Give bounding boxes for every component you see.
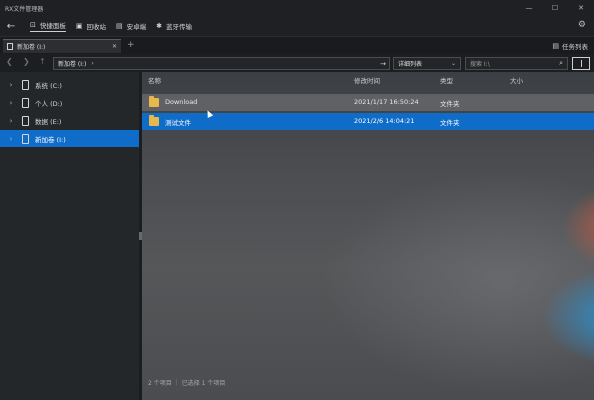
drive-icon [22, 133, 29, 144]
search-icon[interactable]: ⌕ [559, 59, 563, 68]
column-header-size[interactable]: 大小 [510, 75, 523, 85]
file-name: Download [165, 98, 198, 106]
chevron-right-icon[interactable]: › [0, 135, 22, 143]
sidebar-item-label: 个人 (D:) [35, 99, 63, 108]
chevron-down-icon: ⌄ [450, 60, 456, 67]
drive-icon [7, 43, 13, 50]
sidebar: › 系统 (C:) › 个人 (D:) › 数据 (E:) › 新加卷 (I:) [0, 72, 139, 400]
column-header-name[interactable]: 名称 [148, 75, 161, 85]
file-type: 文件夹 [440, 119, 460, 127]
task-list-button[interactable]: ▤ 任务列表 [552, 41, 588, 51]
toolbar-item-label: 蓝牙传输 [166, 23, 192, 31]
file-list-area[interactable]: 名称 修改时间 类型 大小 Download 2021/1/17 16:50:2… [142, 72, 594, 400]
back-arrow-icon[interactable]: ← [2, 21, 20, 32]
view-mode-select[interactable]: 详细列表 ⌄ [393, 57, 461, 70]
sidebar-item-label: 新加卷 (I:) [35, 135, 66, 144]
drive-icon [22, 97, 29, 108]
toolbar-recycle-bin-button[interactable]: ▣ 回收站 [76, 21, 106, 31]
status-separator: | [175, 378, 178, 386]
task-list-label: 任务列表 [562, 43, 588, 51]
forward-icon[interactable]: ❯ [23, 57, 30, 66]
toolbar-bluetooth-button[interactable]: ✱ 蓝牙传输 [156, 21, 192, 31]
folder-icon [149, 96, 159, 107]
toolbar-item-label: 安卓端 [126, 23, 147, 31]
minimize-button[interactable]: — [516, 0, 542, 16]
tab-label: 新加卷 (I:) [17, 44, 46, 51]
preview-pane-toggle[interactable] [572, 57, 590, 70]
up-arrow-icon[interactable]: ↑ [39, 57, 46, 66]
address-row: ❮ ❯ ↑ 新加卷 (I:) › → 详细列表 ⌄ 搜索 I:\ ⌕ [0, 54, 594, 72]
recycle-bin-icon: ▣ [75, 22, 83, 30]
file-name: 测试文件 [165, 119, 191, 127]
toolbar-android-button[interactable]: ▤ 安卓端 [116, 21, 146, 31]
sidebar-item-drive-c[interactable]: › 系统 (C:) [0, 76, 139, 93]
search-placeholder: 搜索 I:\ [470, 61, 490, 68]
toolbar-quick-panel-button[interactable]: ⊡ 快捷面板 [30, 20, 66, 32]
sidebar-item-label: 数据 (E:) [35, 117, 62, 126]
maximize-button[interactable]: ☐ [542, 0, 568, 16]
file-type: 文件夹 [440, 100, 460, 108]
toolbar: ← ⊡ 快捷面板 ▣ 回收站 ▤ 安卓端 ✱ 蓝牙传输 ⚙ [0, 16, 594, 36]
close-icon[interactable]: ✕ [112, 43, 117, 50]
toolbar-item-label: 快捷面板 [39, 22, 66, 30]
item-count: 2 个项目 [148, 379, 172, 387]
search-input[interactable]: 搜索 I:\ ⌕ [465, 57, 568, 70]
chevron-right-icon[interactable]: › [0, 81, 22, 89]
file-modified: 2021/2/6 14:04:21 [354, 117, 415, 125]
go-arrow-icon[interactable]: → [380, 60, 386, 68]
view-mode-value: 详细列表 [398, 61, 423, 68]
sidebar-item-drive-e[interactable]: › 数据 (E:) [0, 112, 139, 129]
new-tab-button[interactable]: + [127, 40, 135, 50]
close-button[interactable]: ✕ [568, 0, 594, 16]
column-header-row: 名称 修改时间 类型 大小 [142, 72, 594, 88]
drive-icon [22, 79, 29, 90]
back-icon[interactable]: ❮ [6, 57, 13, 66]
status-bar: 2 个项目 | 已选择 1 个项目 [142, 376, 594, 388]
window-controls: — ☐ ✕ [516, 0, 594, 16]
gear-icon[interactable]: ⚙ [578, 20, 586, 30]
column-header-modified[interactable]: 修改时间 [354, 75, 380, 85]
file-modified: 2021/1/17 16:50:24 [354, 98, 419, 106]
selected-count: 已选择 1 个项目 [181, 379, 226, 387]
drive-icon [22, 115, 29, 126]
tab-drive-i[interactable]: 新加卷 (I:) ✕ [3, 39, 121, 53]
task-list-icon: ▤ [552, 42, 559, 50]
address-bar[interactable]: 新加卷 (I:) › → [53, 57, 390, 70]
tab-row: 新加卷 (I:) ✕ + ▤ 任务列表 [0, 36, 594, 54]
sidebar-item-label: 系统 (C:) [35, 81, 62, 90]
bluetooth-icon: ✱ [156, 22, 162, 30]
dashboard-icon: ⊡ [30, 21, 36, 29]
folder-icon [149, 115, 159, 126]
sidebar-item-drive-d[interactable]: › 个人 (D:) [0, 94, 139, 111]
chevron-right-icon[interactable]: › [91, 60, 93, 67]
sidebar-item-drive-i[interactable]: › 新加卷 (I:) [0, 130, 139, 147]
chevron-right-icon[interactable]: › [0, 117, 22, 125]
column-header-type[interactable]: 类型 [440, 75, 453, 85]
title-bar: RX文件管理器 — ☐ ✕ [0, 0, 594, 16]
toolbar-item-label: 回收站 [86, 23, 107, 31]
address-path: 新加卷 (I:) [58, 61, 87, 68]
window-title: RX文件管理器 [5, 5, 44, 13]
android-icon: ▤ [116, 22, 123, 30]
chevron-right-icon[interactable]: › [0, 99, 22, 107]
